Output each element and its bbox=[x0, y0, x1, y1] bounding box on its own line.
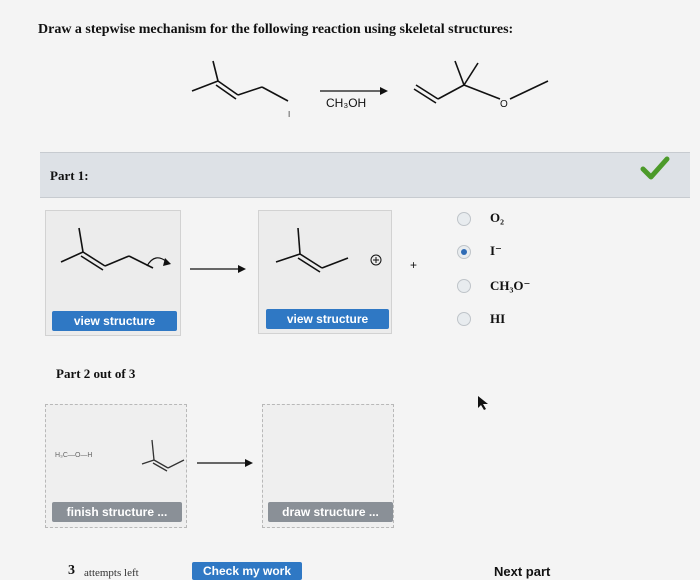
checkmark-icon bbox=[640, 156, 670, 180]
part2-mini-label: H₃C—O—H bbox=[55, 452, 93, 459]
reactant-structure bbox=[191, 60, 289, 102]
mechanism-arrow-1 bbox=[190, 265, 246, 273]
next-part-button[interactable]: Next part bbox=[494, 564, 550, 579]
view-structure-button-2[interactable]: view structure bbox=[266, 309, 389, 329]
part2-structure-drawing bbox=[141, 439, 185, 472]
product-structure bbox=[413, 60, 549, 104]
view-structure-button-1[interactable]: view structure bbox=[52, 311, 177, 331]
reaction-scheme: I CH₃OH O bbox=[191, 60, 549, 119]
finish-structure-button[interactable]: finish structure ... bbox=[52, 502, 182, 522]
part1-label: Part 1: bbox=[50, 168, 89, 183]
check-my-work-button[interactable]: Check my work bbox=[192, 562, 302, 580]
attempts-count: 3 bbox=[68, 563, 75, 578]
option-o2-radio[interactable] bbox=[457, 212, 471, 226]
option-methoxide-label: CH₃O⁻ bbox=[490, 278, 531, 293]
reagent-label: CH₃OH bbox=[326, 96, 366, 110]
plus-sign: + bbox=[410, 258, 418, 272]
question-text: Draw a stepwise mechanism for the follow… bbox=[38, 22, 514, 37]
option-methoxide-radio[interactable] bbox=[457, 279, 471, 293]
attempts-text: attempts left bbox=[84, 567, 139, 579]
reactant-iodine-label: I bbox=[288, 110, 290, 119]
draw-structure-button[interactable]: draw structure ... bbox=[268, 502, 393, 522]
option-hi-radio[interactable] bbox=[457, 312, 471, 326]
option-iodide-label: I⁻ bbox=[490, 243, 502, 258]
mouse-cursor-icon bbox=[478, 396, 488, 410]
structure-1-drawing bbox=[60, 227, 171, 271]
part2-label: Part 2 out of 3 bbox=[56, 366, 136, 381]
product-oxygen-label: O bbox=[500, 99, 508, 110]
option-o2-label: O₂ bbox=[490, 210, 505, 225]
part1-header-bar bbox=[40, 152, 690, 198]
option-hi-label: HI bbox=[490, 311, 506, 326]
structure-2-drawing bbox=[275, 227, 382, 273]
mechanism-arrow-2 bbox=[197, 459, 253, 467]
option-iodide-radio[interactable] bbox=[457, 245, 471, 259]
